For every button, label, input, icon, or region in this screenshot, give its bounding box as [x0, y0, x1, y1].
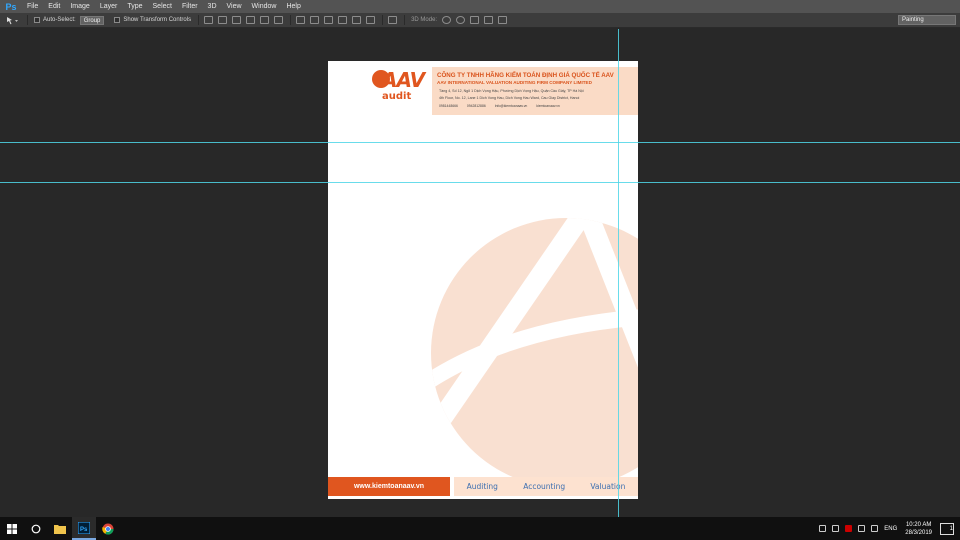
logo-subtext: audit [382, 91, 412, 102]
vertical-guide[interactable] [618, 29, 619, 517]
distribute-hcenter-icon[interactable] [352, 16, 362, 24]
website-small: kiemtoanaav.vn [536, 104, 560, 108]
horizontal-guide[interactable] [0, 182, 960, 183]
align-hcenter-icon[interactable] [260, 16, 270, 24]
align-vcenter-icon[interactable] [218, 16, 228, 24]
document-canvas[interactable]: AAV audit CÔNG TY TNHH HÃNG KIỂM TOÁN ĐỊ… [328, 61, 638, 499]
clock[interactable]: 10:20 AM 28/3/2019 [905, 521, 932, 537]
align-right-icon[interactable] [274, 16, 284, 24]
phone-2: 0942812886 [466, 104, 486, 108]
watermark-globe-icon [431, 218, 638, 488]
start-button[interactable] [0, 517, 24, 540]
photoshop-app-icon: Ps [78, 521, 90, 534]
auto-select-checkbox[interactable]: Auto-Select: [34, 17, 76, 23]
menu-type[interactable]: Type [122, 3, 147, 10]
menu-filter[interactable]: Filter [177, 3, 203, 10]
search-circle-icon [31, 524, 41, 533]
tray-app-icon[interactable] [819, 525, 827, 532]
service-auditing: Auditing [466, 482, 498, 491]
chrome-button[interactable] [96, 517, 120, 540]
checkbox-box [114, 17, 121, 23]
service-accounting: Accounting [523, 482, 566, 491]
logo-wordmark: AAV [382, 68, 425, 92]
footer-website: www.kiemtoanaav.vn [328, 477, 450, 496]
folder-icon [54, 524, 66, 534]
tray-network-icon[interactable] [858, 525, 866, 532]
menu-layer[interactable]: Layer [95, 3, 123, 10]
auto-align-layers-icon[interactable] [388, 16, 398, 24]
3d-drag-icon[interactable] [470, 16, 480, 24]
file-explorer-button[interactable] [48, 517, 72, 540]
separator [290, 15, 292, 25]
company-name-vi: CÔNG TY TNHH HÃNG KIỂM TOÁN ĐỊNH GIÁ QUỐ… [437, 72, 614, 79]
clock-time: 10:20 AM [905, 521, 932, 528]
3d-roll-icon[interactable] [456, 16, 466, 24]
chrome-icon [102, 523, 114, 535]
workspace-dropdown[interactable]: Painting [898, 15, 956, 25]
menu-help[interactable]: Help [281, 3, 305, 10]
tray-printer-icon[interactable] [832, 525, 840, 532]
options-bar: Auto-Select: Group Show Transform Contro… [0, 13, 960, 28]
tray-antivirus-icon[interactable] [845, 525, 853, 532]
separator [27, 15, 28, 25]
3d-rotate-icon[interactable] [442, 16, 452, 24]
auto-select-label: Auto-Select: [43, 17, 76, 23]
photoshop-taskbar-button[interactable]: Ps [72, 517, 96, 540]
align-top-icon[interactable] [204, 16, 214, 24]
company-name-en: AAV INTERNATIONAL VALUATION AUDITING FIR… [437, 80, 592, 85]
service-valuation: Valuation [590, 482, 626, 491]
distribute-left-icon[interactable] [338, 16, 348, 24]
menu-window[interactable]: Window [247, 3, 282, 10]
show-transform-checkbox[interactable]: Show Transform Controls [114, 17, 191, 23]
address-vi: Tầng 4, Số 12, Ngõ 1 Dịch Vọng Hậu, Phườ… [439, 89, 584, 93]
clock-date: 28/3/2019 [905, 529, 932, 536]
menu-file[interactable]: File [22, 3, 43, 10]
3d-mode-label: 3D Mode: [411, 17, 438, 23]
menu-edit[interactable]: Edit [43, 3, 65, 10]
distribute-vcenter-icon[interactable] [310, 16, 320, 24]
move-tool-icon [7, 16, 18, 24]
cortana-button[interactable] [24, 517, 48, 540]
notification-center-icon[interactable]: 1 [940, 522, 954, 535]
canvas-area[interactable]: AAV audit CÔNG TY TNHH HÃNG KIỂM TOÁN ĐỊ… [0, 29, 960, 517]
language-indicator[interactable]: ENG [884, 526, 897, 532]
svg-text:Ps: Ps [80, 527, 88, 533]
auto-select-target-dropdown[interactable]: Group [79, 15, 105, 25]
footer-services: Auditing Accounting Valuation [454, 477, 638, 496]
tray-volume-icon[interactable] [871, 525, 879, 532]
system-tray: ENG 10:20 AM 28/3/2019 1 [819, 517, 960, 540]
horizontal-guide[interactable] [0, 142, 960, 143]
distribute-right-icon[interactable] [366, 16, 376, 24]
3d-scale-icon[interactable] [498, 16, 508, 24]
menu-bar: Ps File Edit Image Layer Type Select Fil… [0, 0, 960, 13]
windows-logo-icon [7, 523, 17, 534]
menu-image[interactable]: Image [65, 3, 94, 10]
distribute-top-icon[interactable] [296, 16, 306, 24]
distribute-bottom-icon[interactable] [324, 16, 334, 24]
menu-view[interactable]: View [222, 3, 247, 10]
align-bottom-icon[interactable] [232, 16, 242, 24]
address-en: 4th Floor, No. 12, Lane 1 Dich Vong Hau,… [439, 96, 580, 100]
checkbox-box [34, 17, 40, 23]
taskbar: Ps ENG 10:20 AM 28/3/2019 1 [0, 517, 960, 540]
align-left-icon[interactable] [246, 16, 256, 24]
contact-row: 0981448666 0942812886 Info@kiemtoanaav.v… [439, 104, 560, 108]
menu-select[interactable]: Select [148, 3, 177, 10]
separator [404, 15, 406, 25]
email: Info@kiemtoanaav.vn [494, 104, 528, 108]
photoshop-logo-icon: Ps [5, 1, 17, 12]
separator [382, 15, 384, 25]
move-tool-preset-button[interactable] [6, 16, 20, 25]
separator [198, 15, 200, 25]
menu-3d[interactable]: 3D [203, 3, 222, 10]
show-transform-label: Show Transform Controls [123, 17, 192, 23]
3d-slide-icon[interactable] [484, 16, 494, 24]
phone-1: 0981448666 [439, 104, 458, 108]
